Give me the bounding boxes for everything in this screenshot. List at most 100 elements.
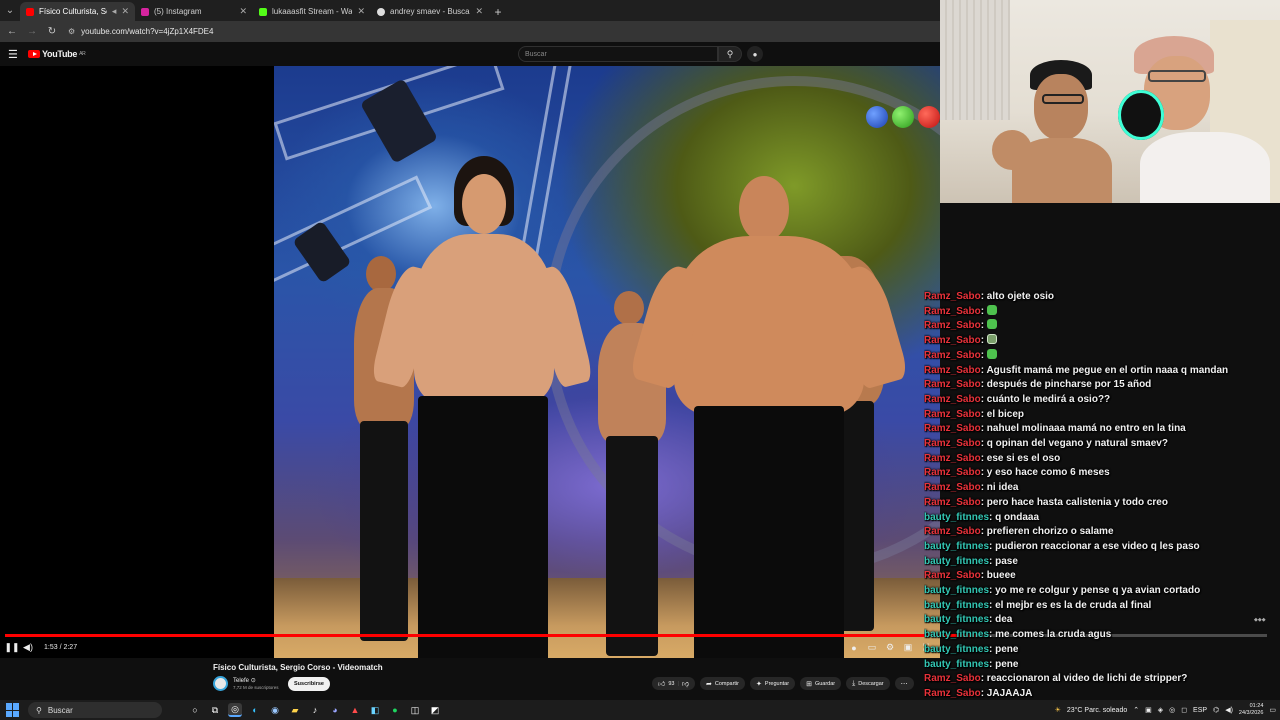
app-icon[interactable]: ◧ (368, 703, 382, 717)
close-tab-icon[interactable]: ✕ (121, 6, 129, 17)
tab-kick[interactable]: lukaaasfit Stream - Watch Live ✕ (253, 2, 371, 21)
url-field[interactable]: ⚙ youtube.com/watch?v=4jZp1X4FDE4 (64, 24, 936, 40)
chat-username[interactable]: Ramz_Sabo (924, 688, 981, 699)
back-icon[interactable]: ← (4, 24, 20, 40)
edge-icon[interactable]: ◐ (248, 703, 262, 717)
chat-username[interactable]: Ramz_Sabo (924, 409, 981, 420)
subscribe-button[interactable]: Suscribirse (288, 677, 330, 691)
steam-icon[interactable]: ◉ (268, 703, 282, 717)
speaker-icon[interactable]: ◂ (112, 6, 117, 17)
browser-tab-strip: ⌄ Físico Culturista, Sergio Co ◂ ✕ (5) I… (0, 0, 940, 21)
menu-icon[interactable]: ☰ (8, 48, 22, 61)
site-info-icon[interactable]: ⚙ (68, 27, 75, 36)
video-player[interactable] (0, 66, 940, 658)
chat-username[interactable]: Ramz_Sabo (924, 394, 981, 405)
tray-overflow-icon[interactable]: ⌃ (1133, 706, 1139, 714)
chat-username[interactable]: Ramz_Sabo (924, 335, 981, 346)
close-tab-icon[interactable]: ✕ (239, 6, 247, 17)
player-controls: ❚❚ ◀) 1:53 / 2:27 ● ▭ ⚙ ▣ ⛶ (0, 637, 940, 658)
chat-username[interactable]: Ramz_Sabo (924, 467, 981, 478)
subtitles-icon[interactable]: ▭ (864, 640, 880, 656)
chat-username[interactable]: Ramz_Sabo (924, 570, 981, 581)
chat-username[interactable]: bauty_fitnnes (924, 512, 989, 523)
language-indicator[interactable]: ESP (1193, 707, 1207, 714)
taskbar-search[interactable]: ⚲ Buscar (28, 702, 162, 718)
chat-username[interactable]: bauty_fitnnes (924, 659, 989, 670)
volume-tray-icon[interactable]: ◀) (1225, 706, 1233, 714)
settings-icon[interactable]: ⚙ (882, 640, 898, 656)
microphone-icon[interactable]: ● (747, 46, 763, 62)
youtube-logo[interactable]: YouTube AR (28, 49, 86, 59)
volume-icon[interactable]: ◀) (20, 640, 36, 656)
share-button[interactable]: ➦ Compartir (700, 677, 746, 690)
chat-settings-icon[interactable]: ◆◆◆ (1254, 617, 1266, 623)
tab-google[interactable]: andrey smaev - Buscar con Go ✕ (371, 2, 489, 21)
chat-username[interactable]: bauty_fitnnes (924, 614, 989, 625)
chat-username[interactable]: Ramz_Sabo (924, 482, 981, 493)
autoplay-toggle-icon[interactable]: ● (846, 640, 862, 656)
chat-username[interactable]: Ramz_Sabo (924, 365, 981, 376)
chat-username[interactable]: Ramz_Sabo (924, 306, 981, 317)
chat-username[interactable]: bauty_fitnnes (924, 541, 989, 552)
notification-icon[interactable]: ▭ (1269, 706, 1276, 714)
chat-username[interactable]: Ramz_Sabo (924, 379, 981, 390)
tray-app-icon[interactable]: ▣ (1145, 706, 1152, 714)
chat-username[interactable]: bauty_fitnnes (924, 629, 989, 640)
chat-username[interactable]: Ramz_Sabo (924, 291, 981, 302)
chat-username[interactable]: bauty_fitnnes (924, 600, 989, 611)
spotify-icon[interactable]: ● (388, 703, 402, 717)
emote-icon (986, 334, 997, 345)
chat-username[interactable]: Ramz_Sabo (924, 438, 981, 449)
discord-icon[interactable]: ◕ (328, 703, 342, 717)
kick-favicon-icon (259, 7, 267, 16)
tray-app-icon[interactable]: ◎ (1169, 706, 1175, 714)
chat-username[interactable]: bauty_fitnnes (924, 556, 989, 567)
chat-username[interactable]: Ramz_Sabo (924, 423, 981, 434)
weather-text[interactable]: 23°C Parc. soleado (1067, 707, 1127, 714)
chat-username[interactable]: Ramz_Sabo (924, 673, 981, 684)
chat-username[interactable]: Ramz_Sabo (924, 453, 981, 464)
tray-app-icon[interactable]: ◈ (1158, 706, 1163, 714)
ask-button[interactable]: ✦ Preguntar (750, 677, 796, 690)
chat-message: Ramz_Sabo: q opinan del vegano y natural… (924, 437, 1274, 452)
close-tab-icon[interactable]: ✕ (357, 6, 365, 17)
download-button[interactable]: ⤓ Descargar (846, 677, 890, 690)
file-explorer-icon[interactable]: ▰ (288, 703, 302, 717)
search-icon[interactable]: ⚲ (718, 46, 742, 62)
chat-text: pase (995, 555, 1018, 567)
chat-message: bauty_fitnnes: me comes la cruda agus (924, 628, 1274, 643)
chat-username[interactable]: bauty_fitnnes (924, 644, 989, 655)
tray-app-icon[interactable]: ◻ (1181, 706, 1187, 714)
windows-start-icon[interactable] (6, 703, 20, 717)
chrome-icon[interactable]: ◎ (228, 703, 242, 717)
search-input[interactable]: Buscar (518, 46, 718, 62)
app-icon[interactable]: ◫ (408, 703, 422, 717)
reload-icon[interactable]: ↻ (44, 24, 60, 40)
channel-avatar[interactable] (213, 676, 228, 691)
new-tab-button[interactable]: + (489, 2, 507, 21)
tab-search-icon[interactable]: ⌄ (0, 0, 20, 21)
cortana-icon[interactable]: ○ (188, 703, 202, 717)
chat-username[interactable]: Ramz_Sabo (924, 320, 981, 331)
app-icon[interactable]: ◩ (428, 703, 442, 717)
chat-username[interactable]: Ramz_Sabo (924, 526, 981, 537)
chat-username[interactable]: Ramz_Sabo (924, 350, 981, 361)
like-button[interactable]: 👍︎ 93 | 👎︎ (652, 677, 695, 690)
more-actions-button[interactable]: ⋯ (894, 677, 914, 690)
chat-username[interactable]: Ramz_Sabo (924, 497, 981, 508)
save-button[interactable]: ⊞ Guardar (800, 677, 842, 690)
close-tab-icon[interactable]: ✕ (475, 6, 483, 17)
chat-username[interactable]: bauty_fitnnes (924, 585, 989, 596)
tiktok-icon[interactable]: ♪ (308, 703, 322, 717)
channel-name[interactable]: Telefe ⊙ (233, 677, 256, 684)
tab-youtube[interactable]: Físico Culturista, Sergio Co ◂ ✕ (20, 2, 135, 21)
forward-icon[interactable]: → (24, 24, 40, 40)
network-icon[interactable]: ⌬ (1213, 706, 1219, 714)
miniplayer-icon[interactable]: ▣ (900, 640, 916, 656)
app-icon[interactable]: ▲ (348, 703, 362, 717)
clock[interactable]: 01:24 24/3/2026 (1239, 703, 1263, 717)
thumbs-down-icon[interactable]: 👎︎ (682, 679, 689, 688)
pause-icon[interactable]: ❚❚ (4, 640, 20, 656)
tab-instagram[interactable]: (5) Instagram ✕ (135, 2, 253, 21)
task-view-icon[interactable]: ⧉ (208, 703, 222, 717)
